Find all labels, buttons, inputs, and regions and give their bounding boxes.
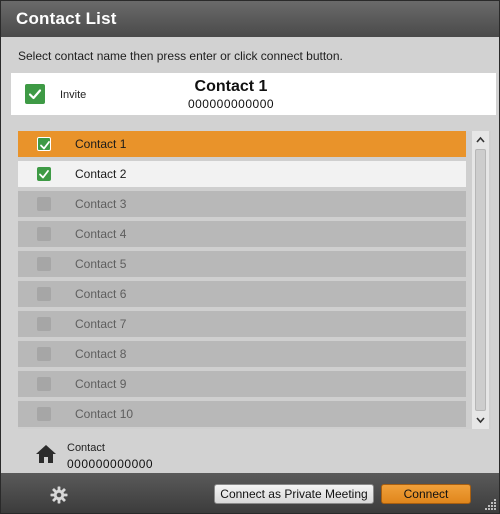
home-icon bbox=[35, 443, 57, 465]
contact-checkbox[interactable] bbox=[37, 407, 51, 421]
contact-row[interactable]: Contact 1 bbox=[18, 131, 466, 157]
contact-checkbox[interactable] bbox=[37, 257, 51, 271]
contact-checkbox[interactable] bbox=[37, 197, 51, 211]
bottom-bar: Connect as Private Meeting Connect bbox=[1, 473, 499, 513]
contact-label: Contact 3 bbox=[75, 197, 127, 211]
gear-icon[interactable] bbox=[50, 486, 68, 504]
contact-checkbox[interactable] bbox=[37, 137, 51, 151]
contact-checkbox[interactable] bbox=[37, 227, 51, 241]
contact-label: Contact 2 bbox=[75, 167, 127, 181]
invite-label: Invite bbox=[60, 89, 87, 101]
contact-row[interactable]: Contact 3 bbox=[18, 191, 466, 217]
contact-label: Contact 8 bbox=[75, 347, 127, 361]
contact-label: Contact 4 bbox=[75, 227, 127, 241]
contact-label: Contact 6 bbox=[75, 287, 127, 301]
footer-contact-number: 000000000000 bbox=[67, 457, 154, 471]
scroll-thumb[interactable] bbox=[475, 149, 486, 411]
scroll-up-arrow-icon[interactable] bbox=[472, 133, 489, 147]
contact-label: Contact 9 bbox=[75, 377, 127, 391]
scroll-down-arrow-icon[interactable] bbox=[472, 413, 489, 427]
window-title: Contact List bbox=[16, 9, 117, 28]
contact-row[interactable]: Contact 10 bbox=[18, 401, 466, 427]
contact-checkbox[interactable] bbox=[37, 377, 51, 391]
contact-row[interactable]: Contact 4 bbox=[18, 221, 466, 247]
footer-contact-name: Contact bbox=[67, 442, 105, 454]
contact-label: Contact 7 bbox=[75, 317, 127, 331]
contact-rows: Contact 1 Contact 2 Contact 3 Contact 4 Cont… bbox=[18, 131, 466, 429]
contact-row[interactable]: Contact 6 bbox=[18, 281, 466, 307]
contact-checkbox[interactable] bbox=[37, 287, 51, 301]
invite-panel: Invite Contact 1 000000000000 bbox=[11, 73, 496, 115]
connect-button[interactable]: Connect bbox=[381, 484, 471, 504]
footer-contact: Contact 000000000000 bbox=[1, 433, 499, 473]
contact-row[interactable]: Contact 9 bbox=[18, 371, 466, 397]
instructions-text: Select contact name then press enter or … bbox=[18, 49, 343, 63]
scrollbar[interactable] bbox=[472, 131, 489, 429]
contact-label: Contact 10 bbox=[75, 407, 134, 421]
contact-row[interactable]: Contact 8 bbox=[18, 341, 466, 367]
checkmark-icon bbox=[28, 89, 42, 100]
contact-label: Contact 5 bbox=[75, 257, 127, 271]
selected-contact-number: 000000000000 bbox=[187, 97, 275, 111]
contact-checkbox[interactable] bbox=[37, 347, 51, 361]
title-bar[interactable]: Contact List bbox=[1, 1, 499, 37]
connect-private-meeting-button[interactable]: Connect as Private Meeting bbox=[214, 484, 374, 504]
contact-list-window: Contact List Select contact name then pr… bbox=[0, 0, 500, 514]
contact-checkbox[interactable] bbox=[37, 317, 51, 331]
checkmark-icon bbox=[39, 170, 49, 179]
contact-label: Contact 1 bbox=[75, 137, 127, 151]
contact-row[interactable]: Contact 7 bbox=[18, 311, 466, 337]
invite-checkbox[interactable] bbox=[25, 84, 45, 104]
contact-row[interactable]: Contact 2 bbox=[18, 161, 466, 187]
contact-list: Contact 1 Contact 2 Contact 3 Contact 4 Cont… bbox=[18, 131, 491, 429]
resize-grip-icon[interactable] bbox=[485, 497, 497, 510]
contact-checkbox[interactable] bbox=[37, 167, 51, 181]
selected-contact-name: Contact 1 bbox=[194, 78, 268, 95]
contact-row[interactable]: Contact 5 bbox=[18, 251, 466, 277]
checkmark-icon bbox=[40, 141, 50, 150]
